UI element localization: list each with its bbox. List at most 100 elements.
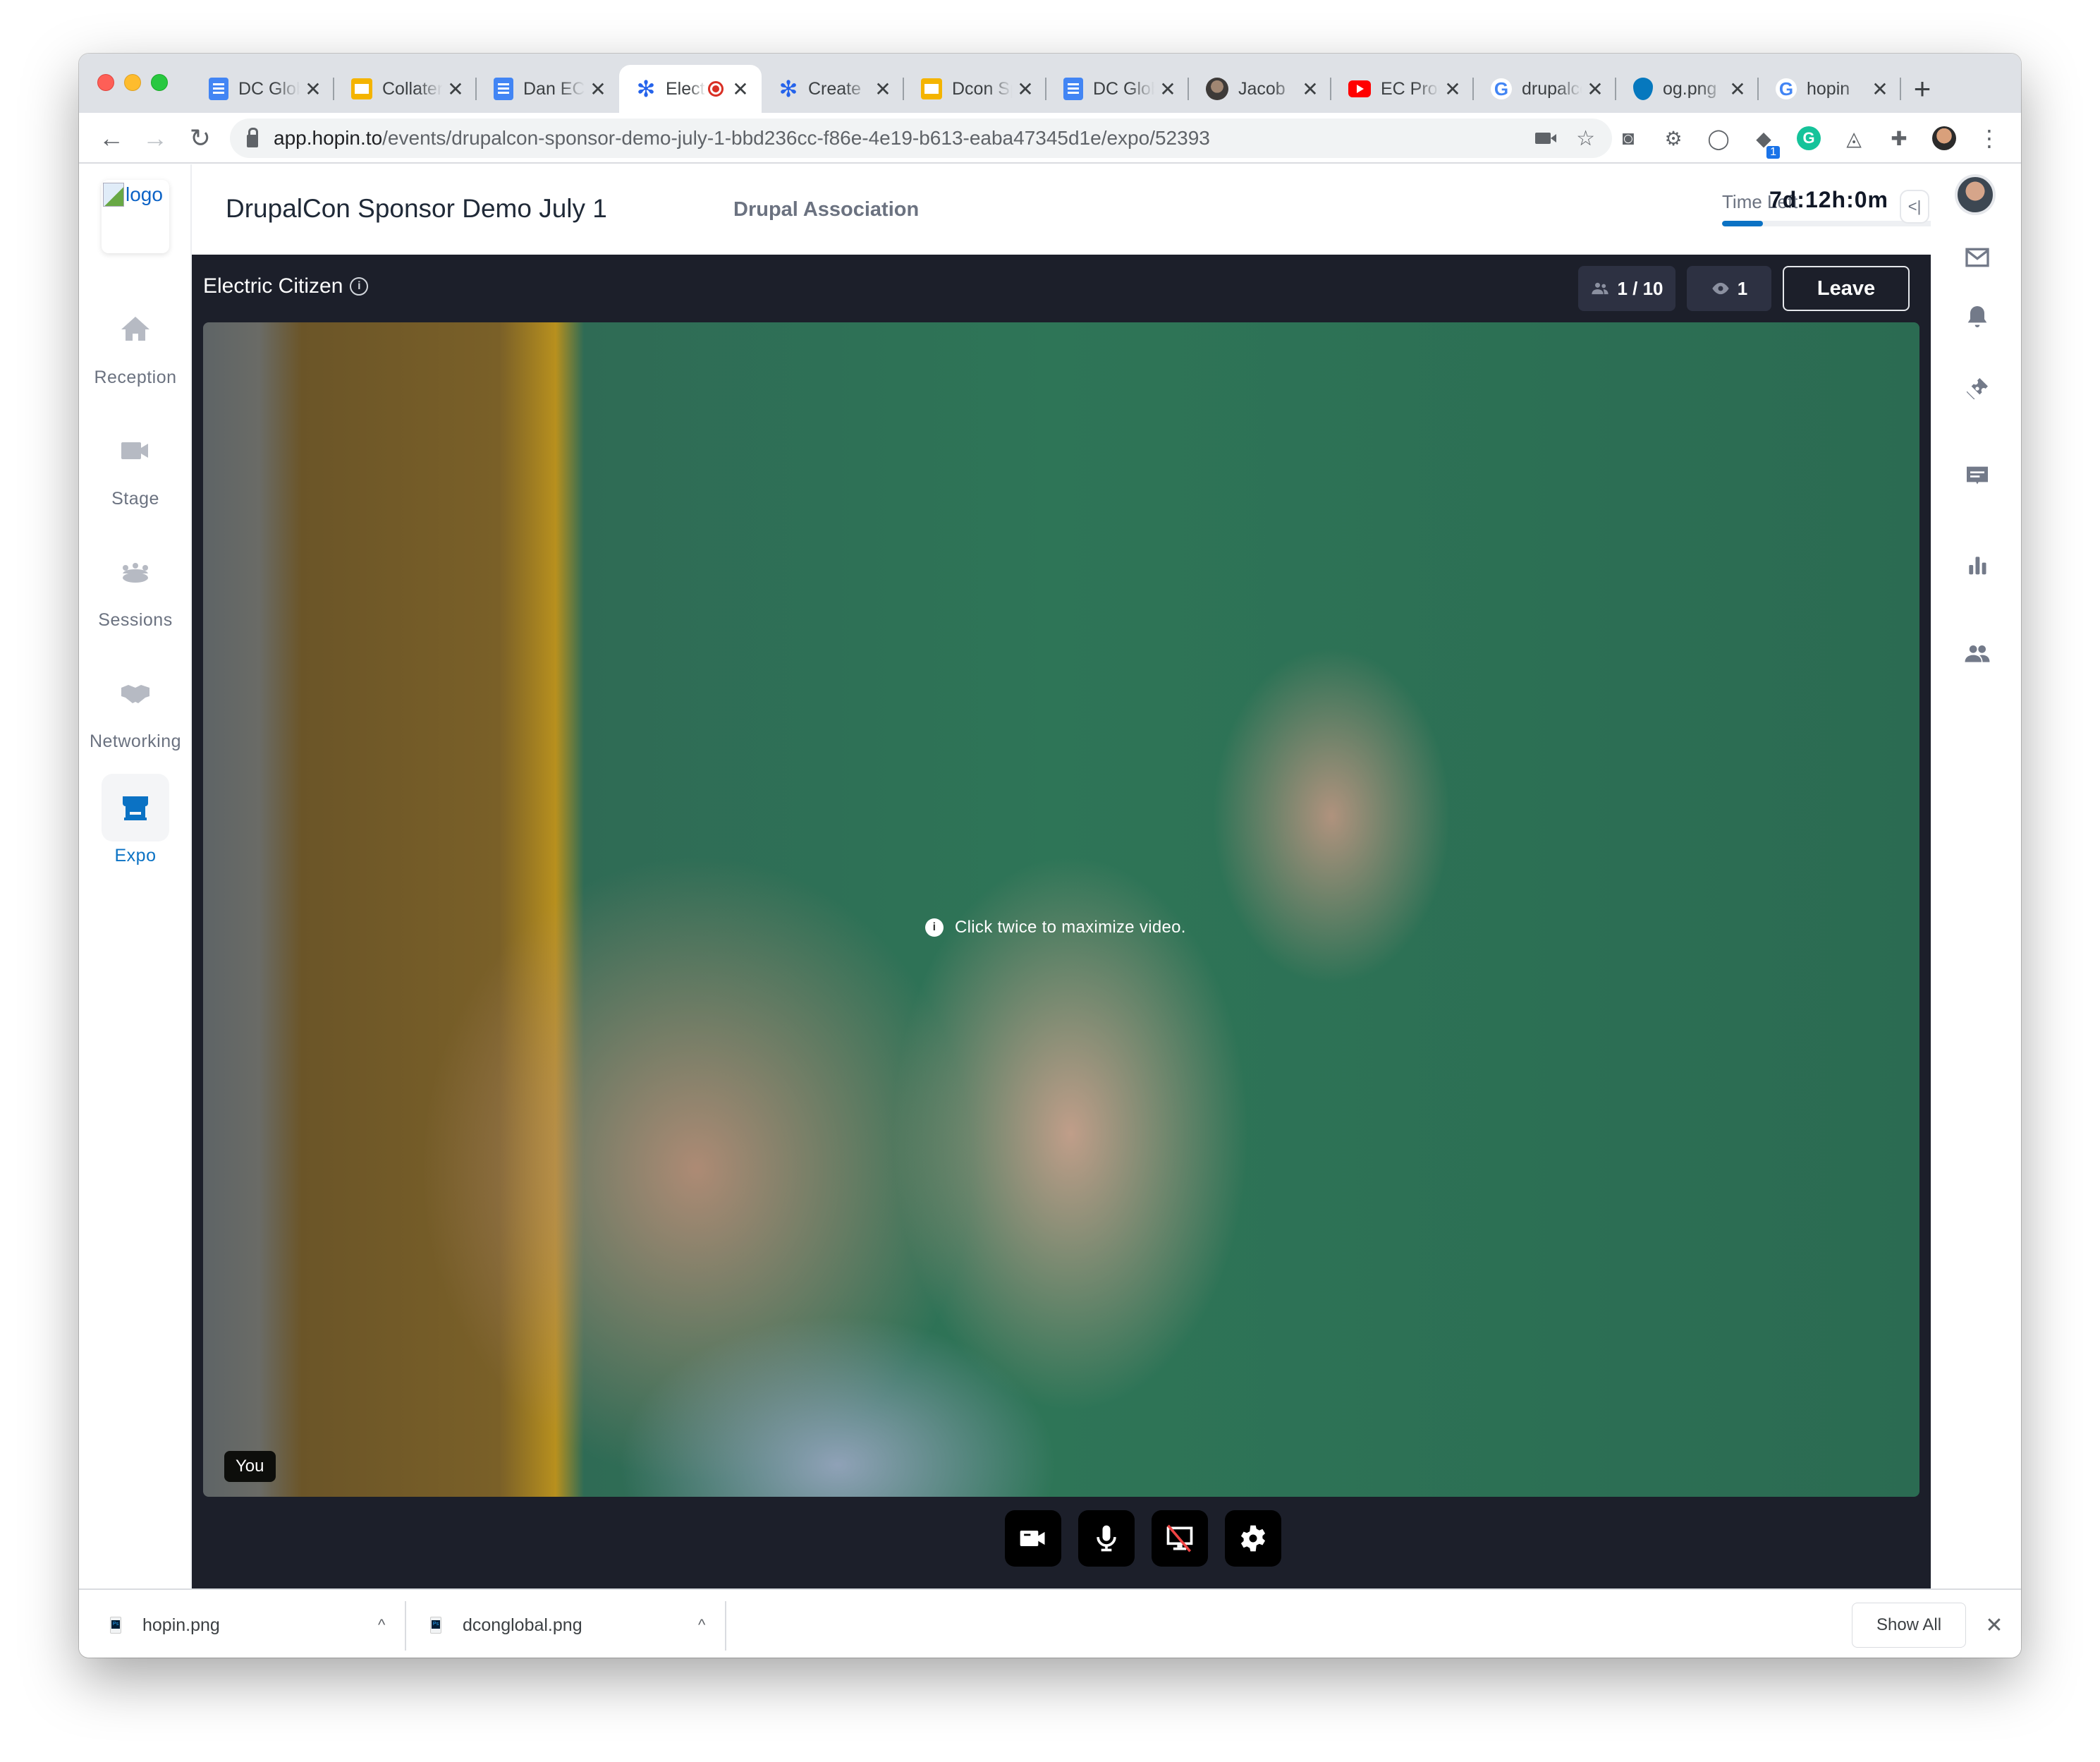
nav-networking[interactable]: Networking xyxy=(79,660,192,752)
extension-with-badge-icon[interactable]: ◆ 1 xyxy=(1752,126,1780,159)
camera-toggle-button[interactable] xyxy=(1005,1510,1061,1567)
tab-title: hopin xyxy=(1807,78,1850,99)
browser-menu-icon[interactable]: ⋮ xyxy=(1977,126,2001,151)
close-tab-icon[interactable]: ✕ xyxy=(731,78,750,101)
extensions: ◙ ⚙ ◯ ◆ 1 G ◬ ✚ ⋮ xyxy=(1616,123,2001,159)
close-tab-icon[interactable]: ✕ xyxy=(1728,78,1747,101)
microphone-toggle-button[interactable] xyxy=(1078,1510,1135,1567)
video-feed[interactable]: i Click twice to maximize video. You xyxy=(203,322,1919,1497)
tab[interactable]: G drupalcon ✕ xyxy=(1474,65,1616,113)
right-sidebar xyxy=(1931,164,2021,1588)
tab[interactable]: og.png ✕ xyxy=(1616,65,1759,113)
tab[interactable]: G hopin ✕ xyxy=(1759,65,1901,113)
user-avatar[interactable] xyxy=(1955,174,1996,215)
chevron-up-icon[interactable]: ^ xyxy=(378,1616,385,1634)
booth-name: Electric Citizen xyxy=(203,274,343,298)
nav-label: Reception xyxy=(94,367,177,387)
close-tab-icon[interactable]: ✕ xyxy=(873,78,893,101)
ticket-icon[interactable] xyxy=(1963,375,1991,403)
bookmark-star-icon[interactable]: ☆ xyxy=(1576,126,1595,151)
tab[interactable]: EC Promo ✕ xyxy=(1331,65,1474,113)
forward-button[interactable]: → xyxy=(140,123,171,154)
leave-button[interactable]: Leave xyxy=(1783,266,1910,311)
handshake-icon xyxy=(102,660,169,727)
close-tab-icon[interactable]: ✕ xyxy=(1870,78,1890,101)
hopin-page: logo Reception Stage Sessions Networking… xyxy=(79,164,2021,1588)
reload-button[interactable]: ↻ xyxy=(185,123,216,154)
url-host: app.hopin.to xyxy=(274,127,383,149)
nav-expo[interactable]: Expo xyxy=(79,774,192,866)
chat-icon[interactable] xyxy=(1963,462,1991,490)
profile-avatar[interactable] xyxy=(1932,126,1956,150)
viewers-count[interactable]: 1 xyxy=(1687,266,1771,311)
collapse-sidebar-button[interactable]: <| xyxy=(1900,190,1929,224)
tab-title: Dan EC xyxy=(523,78,585,99)
tab-title: EC Promo xyxy=(1381,78,1443,99)
close-tab-icon[interactable]: ✕ xyxy=(588,78,608,101)
close-tab-icon[interactable]: ✕ xyxy=(1300,78,1320,101)
close-tab-icon[interactable]: ✕ xyxy=(1015,78,1035,101)
tab[interactable]: DC Global ✕ xyxy=(1046,65,1189,113)
camera-in-use-icon[interactable] xyxy=(1535,133,1551,144)
nav-sessions[interactable]: Sessions xyxy=(79,538,192,631)
close-tab-icon[interactable]: ✕ xyxy=(1158,78,1178,101)
info-icon[interactable]: i xyxy=(350,277,369,296)
back-button[interactable]: ← xyxy=(96,123,127,154)
divider xyxy=(405,1601,406,1651)
tab[interactable]: Dan EC ✕ xyxy=(477,65,619,113)
nav-stage[interactable]: Stage xyxy=(79,417,192,509)
close-tab-icon[interactable]: ✕ xyxy=(303,78,323,101)
chat-bubble-extension-icon[interactable]: ◯ xyxy=(1707,126,1730,150)
close-window-button[interactable] xyxy=(97,74,114,91)
divider xyxy=(725,1601,726,1651)
recording-indicator-icon xyxy=(708,81,724,97)
triangle-extension-icon[interactable]: ◬ xyxy=(1842,126,1866,150)
mail-icon[interactable] xyxy=(1963,243,1991,272)
hopin-icon: ✻ xyxy=(779,76,798,102)
chevron-up-icon[interactable]: ^ xyxy=(698,1616,705,1634)
close-downloads-icon[interactable]: ✕ xyxy=(1980,1608,2008,1642)
close-tab-icon[interactable]: ✕ xyxy=(446,78,465,101)
tab[interactable]: ✻ Create ✕ xyxy=(762,65,904,113)
address-bar[interactable]: app.hopin.to/events/drupalcon-sponsor-de… xyxy=(230,119,1612,158)
eye-icon xyxy=(1712,282,1729,295)
nav-label: Sessions xyxy=(98,610,173,630)
booth-title: Electric Citizen i xyxy=(203,274,369,298)
tab[interactable]: Dcon Sponsor ✕ xyxy=(904,65,1046,113)
close-tab-icon[interactable]: ✕ xyxy=(1443,78,1463,101)
home-icon xyxy=(102,296,169,363)
broken-image-icon: logo xyxy=(103,183,163,207)
puzzle-extensions-icon[interactable]: ✚ xyxy=(1887,126,1911,150)
screen-share-toggle-button[interactable] xyxy=(1152,1510,1208,1567)
tab[interactable]: Jacob ✕ xyxy=(1189,65,1331,113)
download-item[interactable]: hopin.png ^ xyxy=(110,1601,392,1649)
settings-gear-extension-icon[interactable]: ⚙ xyxy=(1661,126,1685,150)
event-logo[interactable]: logo xyxy=(102,180,169,253)
show-all-downloads-button[interactable]: Show All xyxy=(1852,1603,1966,1648)
new-tab-button[interactable]: + xyxy=(1901,65,1943,113)
bell-icon[interactable] xyxy=(1963,303,1991,331)
close-tab-icon[interactable]: ✕ xyxy=(1585,78,1605,101)
tab[interactable]: Collateral ✕ xyxy=(334,65,477,113)
lock-icon[interactable] xyxy=(247,128,258,147)
tab[interactable]: DC Global ✕ xyxy=(192,65,334,113)
nav-label: Networking xyxy=(89,731,182,751)
event-organizer[interactable]: Drupal Association xyxy=(733,198,919,221)
settings-button[interactable] xyxy=(1225,1510,1281,1567)
participants-count[interactable]: 1 / 10 xyxy=(1578,266,1675,311)
minimize-window-button[interactable] xyxy=(124,74,141,91)
fullscreen-window-button[interactable] xyxy=(151,74,168,91)
grammarly-icon[interactable]: G xyxy=(1797,126,1821,150)
download-item[interactable]: dconglobal.png ^ xyxy=(430,1601,712,1649)
tab-title: Dcon Sponsor xyxy=(952,78,1015,99)
tab-active[interactable]: ✻ Electric Citizen ✕ xyxy=(619,65,762,113)
people-icon[interactable] xyxy=(1963,640,1991,668)
poll-chart-icon[interactable] xyxy=(1963,551,1991,579)
time-left-value: 7d:12h:0m xyxy=(1769,187,1888,212)
photoshop-file-icon xyxy=(110,1617,121,1634)
download-filename: hopin.png xyxy=(142,1615,220,1635)
google-slides-icon xyxy=(351,78,372,99)
screenshot-camera-icon[interactable]: ◙ xyxy=(1616,126,1640,150)
nav-reception[interactable]: Reception xyxy=(79,296,192,388)
video-camera-icon xyxy=(102,417,169,485)
